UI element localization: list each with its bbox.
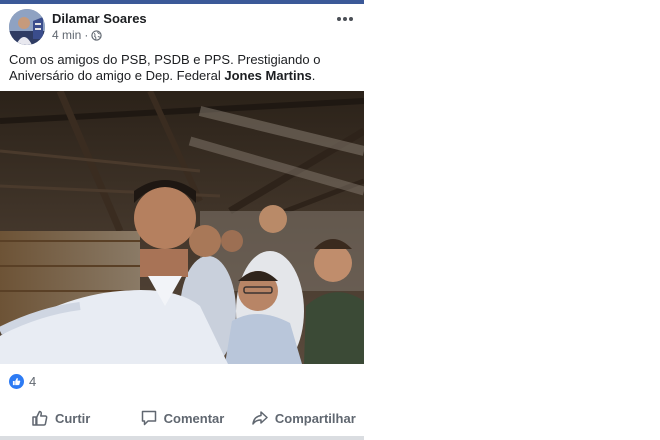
more-options-icon[interactable] bbox=[335, 11, 355, 27]
author-avatar[interactable] bbox=[9, 9, 45, 45]
top-accent-bar bbox=[0, 0, 364, 4]
comment-icon bbox=[141, 410, 156, 426]
post-photo[interactable] bbox=[0, 91, 364, 364]
comment-button[interactable]: Comentar bbox=[121, 401, 242, 435]
bottom-divider bbox=[0, 436, 364, 440]
thumbs-up-icon bbox=[32, 410, 48, 426]
tagged-name[interactable]: Jones Martins bbox=[224, 68, 311, 83]
share-icon bbox=[252, 411, 268, 425]
post-text-end: . bbox=[311, 68, 316, 83]
share-button-label: Compartilhar bbox=[274, 410, 356, 426]
share-button[interactable]: Compartilhar bbox=[243, 401, 364, 435]
post-timestamp[interactable]: 4 min bbox=[52, 28, 81, 42]
reaction-count: 4 bbox=[29, 374, 37, 389]
post-header: Dilamar Soares 4 min · bbox=[9, 9, 359, 45]
post-actions: Curtir Comentar Compartilhar bbox=[0, 401, 364, 435]
reaction-summary[interactable]: 4 bbox=[9, 374, 36, 389]
like-button-label: Curtir bbox=[54, 410, 91, 426]
author-name[interactable]: Dilamar Soares bbox=[52, 11, 147, 26]
globe-icon bbox=[91, 29, 103, 41]
comment-button-label: Comentar bbox=[163, 410, 225, 426]
post-text: Com os amigos do PSB, PSDB e PPS. Presti… bbox=[9, 52, 359, 84]
facebook-post: Dilamar Soares 4 min · Com os amigos do … bbox=[0, 0, 364, 440]
like-reaction-icon bbox=[9, 374, 24, 389]
post-meta: 4 min · bbox=[52, 28, 103, 42]
like-button[interactable]: Curtir bbox=[0, 401, 121, 435]
